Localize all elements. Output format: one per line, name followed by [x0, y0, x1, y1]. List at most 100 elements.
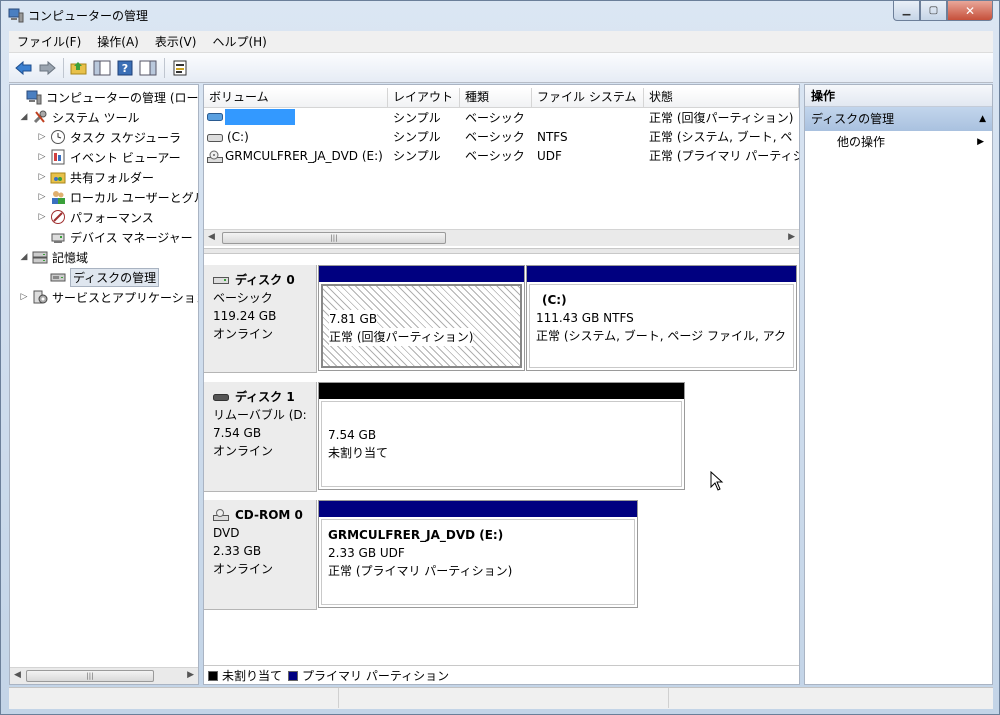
show-hide-tree-button[interactable]	[91, 57, 113, 79]
menu-view[interactable]: 表示(V)	[147, 31, 205, 53]
tree-item-device-manager[interactable]: デバイス マネージャー	[36, 227, 193, 247]
column-header-volume[interactable]: ボリューム	[204, 88, 388, 108]
column-header-filesystem[interactable]: ファイル システム	[532, 88, 644, 108]
folder-up-icon	[70, 61, 87, 74]
disk-name: CD-ROM 0	[235, 508, 303, 522]
tree-item-system-tools[interactable]: ◢ システム ツール	[18, 107, 139, 127]
help-icon: ?	[117, 60, 133, 75]
partition-body: 7.81 GB 正常 (回復パーティション)	[321, 284, 522, 368]
expand-arrow-icon[interactable]: ▷	[36, 132, 48, 142]
tree-item-disk-management[interactable]: ディスクの管理	[36, 267, 160, 287]
storage-icon	[32, 251, 48, 264]
tree-item-label: タスク スケジューラ	[70, 130, 181, 145]
svg-text:?: ?	[122, 62, 128, 75]
menu-help[interactable]: ヘルプ(H)	[204, 31, 274, 53]
column-header-type[interactable]: 種類	[460, 88, 532, 108]
back-arrow-icon	[15, 60, 32, 75]
expand-arrow-icon[interactable]: ▷	[36, 212, 48, 222]
dvd-drive-icon	[213, 509, 229, 521]
help-button[interactable]: ?	[114, 57, 136, 79]
column-header-status[interactable]: 状態	[644, 88, 799, 108]
column-header-layout[interactable]: レイアウト	[388, 88, 460, 108]
partition-size: 111.43 GB NTFS	[536, 311, 634, 325]
tree-item-storage[interactable]: ◢ 記憶域	[18, 247, 88, 267]
cdrom-0-label[interactable]: CD-ROM 0 DVD 2.33 GB オンライン	[204, 500, 317, 610]
partition-unallocated[interactable]: 7.54 GB 未割り当て	[318, 382, 685, 490]
partition-legend: 未割り当て プライマリ パーティション	[204, 665, 799, 684]
partition-c[interactable]: (C:) 111.43 GB NTFS 正常 (システム, ブート, ページ フ…	[526, 265, 797, 371]
volume-horizontal-scrollbar[interactable]: ◀ ||| ▶	[204, 229, 799, 246]
menu-action[interactable]: 操作(A)	[89, 31, 147, 53]
partition-status: 正常 (プライマリ パーティション)	[328, 564, 513, 578]
type-cell: ベーシック	[465, 111, 525, 125]
partition-bar-unallocated	[319, 383, 684, 399]
close-button[interactable]: ✕	[947, 1, 993, 21]
properties-icon	[173, 60, 187, 75]
collapse-caret-icon[interactable]: ▲	[979, 107, 986, 131]
hard-disk-icon	[213, 277, 229, 284]
pane-splitter[interactable]	[204, 248, 799, 254]
minimize-button[interactable]: ▁	[893, 1, 920, 21]
expand-arrow-icon[interactable]: ▷	[36, 152, 48, 162]
expand-arrow-icon[interactable]: ▷	[18, 292, 30, 302]
legend-swatch-unallocated	[208, 670, 218, 681]
disk-state: オンライン	[213, 327, 274, 341]
toolbar-separator	[164, 57, 165, 78]
volume-row[interactable]: シンプル ベーシック 正常 (回復パーティション)	[204, 109, 799, 128]
actions-pane: 操作 ディスクの管理 ▲ 他の操作 ▶	[804, 84, 993, 685]
tree-item-computer-management[interactable]: コンピューターの管理 (ローカル)	[12, 87, 198, 107]
expand-arrow-icon[interactable]: ▷	[36, 192, 48, 202]
layout-cell: シンプル	[393, 149, 441, 163]
partition-dvd[interactable]: GRMCULFRER_JA_DVD (E:) 2.33 GB UDF 正常 (プ…	[318, 500, 638, 608]
status-bar	[9, 687, 993, 709]
properties-button[interactable]	[169, 57, 191, 79]
tree-item-event-viewer[interactable]: ▷ イベント ビューアー	[36, 147, 181, 167]
action-more-actions[interactable]: 他の操作 ▶	[805, 131, 992, 153]
tree-horizontal-scrollbar[interactable]: ◀ ||| ▶	[10, 667, 198, 684]
partition-title: (C:)	[542, 293, 567, 307]
up-level-button[interactable]	[68, 57, 90, 79]
volume-row[interactable]: GRMCULFRER_JA_DVD (E:) シンプル ベーシック UDF 正常…	[204, 147, 799, 166]
expand-arrow-icon[interactable]: ▷	[36, 172, 48, 182]
scroll-right-icon[interactable]: ▶	[187, 670, 194, 680]
scroll-thumb[interactable]: |||	[26, 670, 154, 682]
disk-0-label[interactable]: ディスク 0 ベーシック 119.24 GB オンライン	[204, 265, 317, 373]
tree-item-local-users[interactable]: ▷ ローカル ユーザーとグループ	[36, 187, 198, 207]
actions-header: 操作	[805, 85, 992, 107]
partition-title: GRMCULFRER_JA_DVD (E:)	[328, 528, 504, 542]
title-bar[interactable]: コンピューターの管理 ▁ ▢ ✕	[1, 1, 999, 29]
disk-1-label[interactable]: ディスク 1 リムーバブル (D: 7.54 GB オンライン	[204, 382, 317, 492]
toolbar: ?	[9, 53, 993, 83]
scroll-left-icon[interactable]: ◀	[14, 670, 21, 680]
collapse-arrow-icon[interactable]: ◢	[18, 252, 30, 262]
partition-recovery[interactable]: 7.81 GB 正常 (回復パーティション)	[318, 265, 525, 371]
removable-disk-icon	[213, 394, 229, 401]
tree-item-shared-folders[interactable]: ▷ 共有フォルダー	[36, 167, 154, 187]
partition-size: 7.54 GB	[328, 428, 377, 442]
legend-label: プライマリ パーティション	[302, 669, 450, 683]
maximize-button[interactable]: ▢	[920, 1, 947, 21]
status-cell: 正常 (回復パーティション)	[649, 111, 794, 125]
scroll-right-icon[interactable]: ▶	[788, 232, 795, 242]
show-hide-action-pane-button[interactable]	[137, 57, 159, 79]
back-button[interactable]	[13, 57, 35, 79]
collapse-arrow-icon[interactable]: ◢	[18, 112, 30, 122]
actions-group-disk-management[interactable]: ディスクの管理 ▲	[805, 107, 992, 131]
partition-bar-primary	[319, 266, 524, 282]
forward-button[interactable]	[36, 57, 58, 79]
menu-bar: ファイル(F) 操作(A) 表示(V) ヘルプ(H)	[9, 31, 993, 53]
graphical-disk-view: ディスク 0 ベーシック 119.24 GB オンライン 7.81 GB 正常 …	[204, 255, 799, 665]
toolbar-separator	[63, 57, 64, 78]
tree-item-services-applications[interactable]: ▷ サービスとアプリケーション	[18, 287, 198, 307]
disk-size: 7.54 GB	[213, 426, 262, 440]
scroll-left-icon[interactable]: ◀	[208, 232, 215, 242]
menu-file[interactable]: ファイル(F)	[9, 31, 89, 53]
scroll-thumb[interactable]: |||	[222, 232, 446, 244]
volume-cell: (C:)	[207, 128, 387, 147]
disk-state: オンライン	[213, 444, 274, 458]
tree-item-performance[interactable]: ▷ パフォーマンス	[36, 207, 154, 227]
tree-item-task-scheduler[interactable]: ▷ タスク スケジューラ	[36, 127, 181, 147]
cdrom-0: CD-ROM 0 DVD 2.33 GB オンライン GRMCULFRER_JA…	[204, 500, 799, 610]
volume-row[interactable]: (C:) シンプル ベーシック NTFS 正常 (システム, ブート, ペ	[204, 128, 799, 147]
partition-status: 正常 (回復パーティション)	[329, 328, 474, 346]
